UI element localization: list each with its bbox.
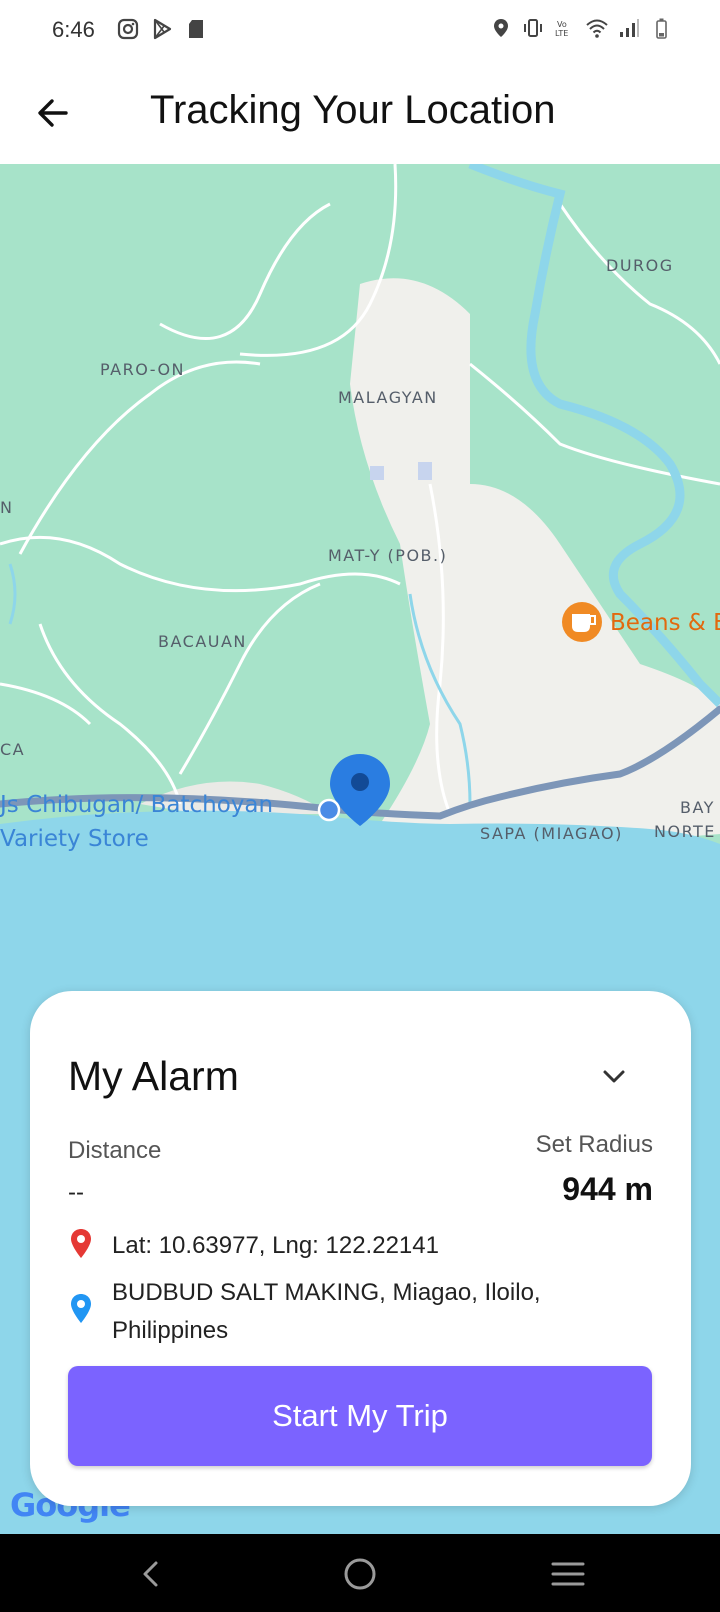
nav-recents-icon [551, 1562, 585, 1586]
distance-label: Distance [68, 1137, 162, 1164]
address-row: BUDBUD SALT MAKING, Miagao, Iloilo, Phil… [68, 1274, 632, 1350]
collapse-button[interactable] [597, 1059, 631, 1093]
coordinates-text: Lat: 10.63977, Lng: 122.22141 [112, 1232, 439, 1259]
nav-recents-button[interactable] [546, 1552, 590, 1596]
signal-icon [620, 19, 639, 37]
blue-pin-icon [71, 1294, 91, 1323]
map-label-ca: CA [0, 740, 26, 759]
svg-text:LTE: LTE [555, 29, 568, 38]
current-location-dot-icon [317, 798, 341, 822]
coordinates-row: Lat: 10.63977, Lng: 122.22141 [68, 1227, 632, 1265]
battery-icon [656, 18, 667, 39]
instagram-icon [117, 18, 139, 40]
card-title: My Alarm [68, 1053, 239, 1099]
nav-back-button[interactable] [130, 1552, 174, 1596]
status-time: 6:46 [52, 17, 95, 42]
address-text: BUDBUD SALT MAKING, Miagao, Iloilo, Phil… [112, 1279, 541, 1344]
map-label-durog: DUROG [606, 256, 674, 275]
map-label-sapa: SAPA (MIAGAO) [480, 824, 623, 843]
alarm-card: My Alarm Distance -- Set Radius 944 m La… [30, 991, 691, 1506]
back-button[interactable] [28, 88, 78, 138]
play-store-icon [153, 18, 172, 40]
app-bar: Tracking Your Location [0, 62, 720, 164]
nav-home-button[interactable] [338, 1552, 382, 1596]
chevron-down-icon [603, 1070, 625, 1083]
radius-value[interactable]: 944 m [562, 1171, 653, 1208]
page-title: Tracking Your Location [150, 88, 556, 132]
distance-value: -- [68, 1179, 84, 1206]
map-label-bay: BAY [680, 798, 715, 817]
map-label-malagyan: MALAGYAN [338, 388, 438, 407]
map-label-norte: NORTE [654, 822, 716, 841]
map-label-mat-y: MAT-Y (POB.) [328, 546, 448, 565]
map-label-paro-on: PARO-ON [100, 360, 186, 379]
radius-label: Set Radius [535, 1131, 653, 1158]
poi-chibugan-line1[interactable]: Js Chibugan/ Batchoyan [0, 792, 273, 818]
red-pin-icon [71, 1229, 91, 1258]
creek-west [8, 563, 17, 625]
nav-home-icon [344, 1558, 376, 1590]
poi-chibugan-line2[interactable]: Variety Store [0, 826, 149, 852]
nav-back-icon [143, 1561, 158, 1587]
wifi-icon [586, 19, 608, 38]
start-trip-button[interactable]: Start My Trip [68, 1366, 652, 1466]
status-left-icons [117, 18, 207, 40]
status-bar: 6:46 Vo LTE [0, 0, 720, 62]
map-label-n: N [0, 498, 14, 517]
arrow-back-icon [38, 99, 68, 127]
system-nav-bar [0, 1534, 720, 1612]
sd-card-icon [189, 20, 203, 38]
volte-icon: VoLTE [555, 20, 568, 38]
location-icon [494, 19, 508, 37]
map-label-bacauan: BACAUAN [158, 632, 247, 651]
poi-beans[interactable]: Beans & B [610, 610, 720, 636]
svg-text:Vo: Vo [557, 20, 567, 29]
status-right-icons: Vo LTE [490, 17, 672, 39]
vibrate-icon [524, 19, 542, 37]
